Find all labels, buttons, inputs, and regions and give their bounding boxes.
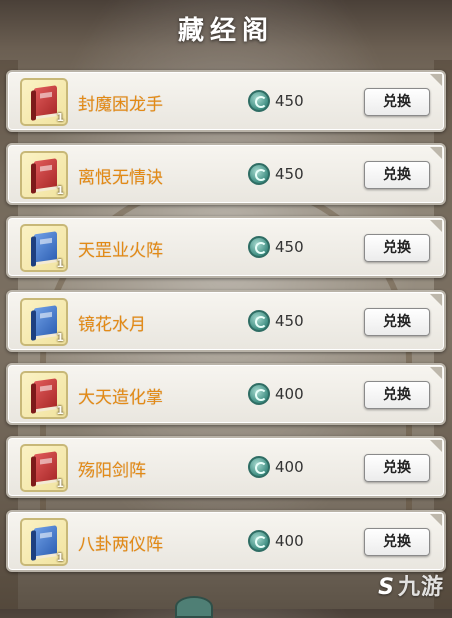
exchange-button[interactable]: 兑换 xyxy=(364,454,430,482)
list-item: 1 封魔困龙手 450 兑换 xyxy=(6,70,446,132)
jade-coin-icon xyxy=(248,383,270,405)
jade-coin-icon xyxy=(248,163,270,185)
red-book-icon xyxy=(31,451,57,487)
item-price: 450 xyxy=(275,92,304,110)
item-price: 450 xyxy=(275,312,304,330)
list-item: 1 天罡业火阵 450 兑换 xyxy=(6,216,446,278)
list-item: 1 离恨无情诀 450 兑换 xyxy=(6,143,446,205)
red-book-icon xyxy=(31,85,57,121)
item-price: 400 xyxy=(275,532,304,550)
exchange-button[interactable]: 兑换 xyxy=(364,381,430,409)
page-title: 藏经阁 xyxy=(177,16,274,46)
item-icon-slot[interactable]: 1 xyxy=(20,298,68,346)
item-quantity: 1 xyxy=(56,404,64,417)
item-name: 封魔困龙手 xyxy=(78,95,163,115)
item-icon-slot[interactable]: 1 xyxy=(20,518,68,566)
watermark-text: 九游 xyxy=(397,575,444,600)
item-quantity: 1 xyxy=(56,551,64,564)
red-book-icon xyxy=(31,378,57,414)
item-name: 天罡业火阵 xyxy=(78,241,163,261)
list-item: 1 八卦两仪阵 400 兑换 xyxy=(6,510,446,572)
item-name: 离恨无情诀 xyxy=(78,168,163,188)
item-quantity: 1 xyxy=(56,257,64,270)
jade-coin-icon xyxy=(248,310,270,332)
item-price: 400 xyxy=(275,385,304,403)
blue-book-icon xyxy=(31,231,57,267)
item-icon-slot[interactable]: 1 xyxy=(20,444,68,492)
item-quantity: 1 xyxy=(56,184,64,197)
item-icon-slot[interactable]: 1 xyxy=(20,78,68,126)
scroll-ornament xyxy=(175,596,213,618)
watermark-logo: S xyxy=(378,575,395,600)
item-name: 殇阳剑阵 xyxy=(78,461,146,481)
exchange-button[interactable]: 兑换 xyxy=(364,528,430,556)
item-icon-slot[interactable]: 1 xyxy=(20,224,68,272)
item-quantity: 1 xyxy=(56,111,64,124)
item-name: 大天造化掌 xyxy=(78,388,163,408)
item-quantity: 1 xyxy=(56,331,64,344)
exchange-button[interactable]: 兑换 xyxy=(364,161,430,189)
item-name: 八卦两仪阵 xyxy=(78,535,163,555)
exchange-button[interactable]: 兑换 xyxy=(364,234,430,262)
exchange-button[interactable]: 兑换 xyxy=(364,308,430,336)
blue-book-icon xyxy=(31,525,57,561)
item-price: 400 xyxy=(275,458,304,476)
jade-coin-icon xyxy=(248,456,270,478)
blue-book-icon xyxy=(31,305,57,341)
item-icon-slot[interactable]: 1 xyxy=(20,151,68,199)
exchange-button[interactable]: 兑换 xyxy=(364,88,430,116)
jade-coin-icon xyxy=(248,90,270,112)
list-item: 1 镜花水月 450 兑换 xyxy=(6,290,446,352)
watermark: S 九游 xyxy=(378,569,444,601)
item-icon-slot[interactable]: 1 xyxy=(20,371,68,419)
item-name: 镜花水月 xyxy=(78,315,146,335)
item-price: 450 xyxy=(275,238,304,256)
list-item: 1 殇阳剑阵 400 兑换 xyxy=(6,436,446,498)
item-price: 450 xyxy=(275,165,304,183)
jade-coin-icon xyxy=(248,530,270,552)
jade-coin-icon xyxy=(248,236,270,258)
item-quantity: 1 xyxy=(56,477,64,490)
red-book-icon xyxy=(31,158,57,194)
list-item: 1 大天造化掌 400 兑换 xyxy=(6,363,446,425)
